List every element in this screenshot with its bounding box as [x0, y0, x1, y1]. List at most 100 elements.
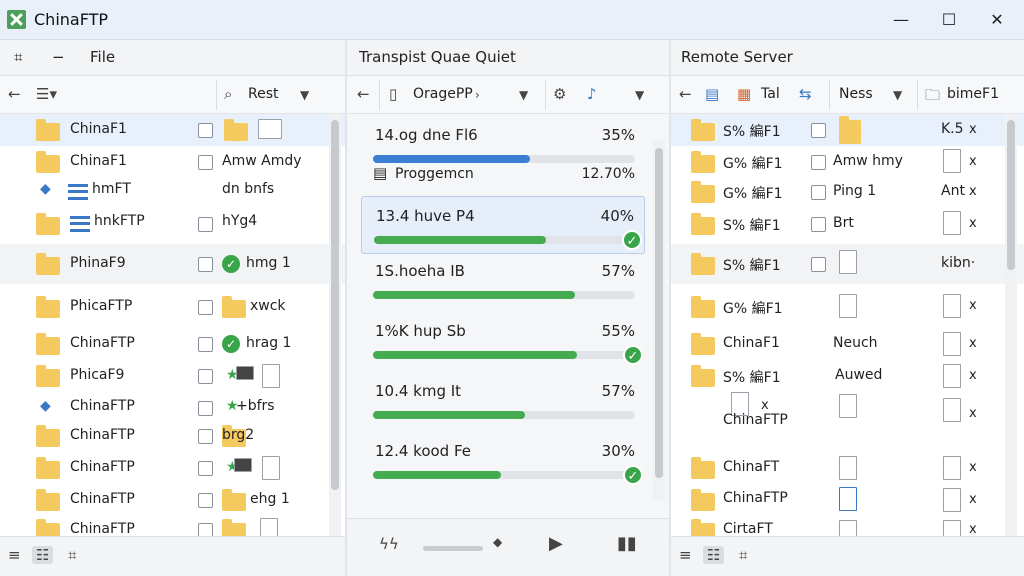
- grid-icon[interactable]: ⌗: [68, 546, 76, 564]
- search-icon[interactable]: ⌕: [224, 85, 232, 103]
- queue-subitem[interactable]: ▤ Proggemcn 12.70%: [361, 160, 645, 188]
- chevron-down-icon[interactable]: ▼: [519, 88, 528, 102]
- tab-file[interactable]: File: [90, 48, 115, 66]
- table-row[interactable]: ChinaFT x: [671, 452, 1024, 484]
- table-row[interactable]: S% 編F1 Brt x: [671, 208, 1024, 240]
- row-checkbox[interactable]: [198, 337, 213, 352]
- server-icon[interactable]: ▯: [389, 85, 397, 103]
- table-row[interactable]: x ChinaFTP x: [671, 390, 1024, 430]
- document-icon[interactable]: ▤: [705, 85, 719, 103]
- queue-item-name: 1%K hup Sb: [375, 322, 466, 340]
- remove-icon[interactable]: x: [969, 460, 977, 475]
- table-row[interactable]: ChinaFTP ★: [0, 452, 345, 484]
- transfer-icon[interactable]: ⇆: [799, 85, 812, 103]
- settings-icon[interactable]: ⚙: [553, 85, 566, 103]
- chevron-right-icon[interactable]: ›: [475, 88, 480, 102]
- table-row[interactable]: ChinaFTP x: [671, 484, 1024, 516]
- row-checkbox[interactable]: [198, 493, 213, 508]
- queue-item[interactable]: 10.4 kmg It 57%: [361, 372, 645, 430]
- remove-icon[interactable]: x: [969, 184, 977, 199]
- table-row[interactable]: G% 編F1 Ping 1 Ant x: [671, 176, 1024, 208]
- row-checkbox[interactable]: [811, 185, 826, 200]
- row-checkbox[interactable]: [198, 401, 213, 416]
- queue-item[interactable]: 13.4 huve P4 40% ✓: [361, 196, 645, 254]
- remove-icon[interactable]: x: [969, 298, 977, 313]
- apps-icon[interactable]: ▦: [737, 85, 751, 103]
- row-checkbox[interactable]: [198, 300, 213, 315]
- chevron-down-icon[interactable]: ▼: [635, 88, 644, 102]
- remove-icon[interactable]: x: [761, 398, 769, 413]
- remove-icon[interactable]: x: [969, 522, 977, 537]
- remove-icon[interactable]: x: [969, 122, 977, 137]
- list-view-icon[interactable]: ☷: [32, 546, 54, 564]
- server-list-icon[interactable]: ☰▾: [36, 85, 57, 103]
- row-checkbox[interactable]: [811, 123, 826, 138]
- queue-item[interactable]: 12.4 kood Fe 30% ✓: [361, 432, 645, 490]
- queue-scrollbar[interactable]: [653, 140, 665, 500]
- menu-icon[interactable]: ≡: [8, 546, 21, 564]
- row-checkbox[interactable]: [811, 257, 826, 272]
- close-button[interactable]: ✕: [974, 4, 1020, 36]
- table-row[interactable]: PhicaFTP xwck: [0, 288, 345, 326]
- list-view-icon[interactable]: ☷: [703, 546, 725, 564]
- remove-icon[interactable]: x: [969, 336, 977, 351]
- remove-icon[interactable]: x: [969, 492, 977, 507]
- chevron-down-icon[interactable]: ▼: [300, 88, 309, 102]
- table-row[interactable]: ChinaFTP ehg 1: [0, 484, 345, 516]
- table-row[interactable]: S% 編F1 kibn·: [671, 244, 1024, 284]
- row-checkbox[interactable]: [198, 217, 213, 232]
- row-checkbox[interactable]: [811, 217, 826, 232]
- menu-icon[interactable]: ≡: [679, 546, 692, 564]
- diamond-icon[interactable]: ◆: [493, 535, 502, 549]
- table-row[interactable]: ◆ hmFT dn bnfs: [0, 176, 345, 208]
- chevron-down-icon[interactable]: ▼: [893, 88, 902, 102]
- table-row[interactable]: PhicaF9 ★: [0, 360, 345, 392]
- table-row[interactable]: G% 編F1 Amw hmy x: [671, 146, 1024, 178]
- row-checkbox[interactable]: [198, 429, 213, 444]
- music-icon[interactable]: ♪: [587, 85, 597, 103]
- maximize-button[interactable]: ☐: [926, 4, 972, 36]
- row-checkbox[interactable]: [198, 257, 213, 272]
- scroll-thumb[interactable]: [331, 120, 339, 490]
- queue-item[interactable]: 1%K hup Sb 55% ✓: [361, 312, 645, 370]
- folder-icon[interactable]: 🗀: [925, 85, 940, 110]
- remote-scrollbar[interactable]: [1005, 114, 1017, 536]
- left-scrollbar[interactable]: [329, 114, 341, 536]
- play-icon[interactable]: ▶: [549, 533, 563, 554]
- tab-transfer-queue[interactable]: Transpist Quae Quiet: [359, 48, 516, 66]
- back-arrow-icon[interactable]: ←: [357, 85, 370, 103]
- remove-icon[interactable]: x: [969, 154, 977, 169]
- row-checkbox[interactable]: [198, 155, 213, 170]
- minus-icon[interactable]: −: [52, 48, 65, 66]
- file-name: S% 編F1: [723, 218, 781, 234]
- minimize-button[interactable]: —: [878, 4, 924, 36]
- row-checkbox[interactable]: [198, 461, 213, 476]
- table-row[interactable]: hnkFTP hYg4: [0, 208, 345, 240]
- table-row[interactable]: PhinaF9 ✓ hmg 1: [0, 244, 345, 284]
- table-row[interactable]: ChinaF1 Neuch x: [671, 328, 1024, 360]
- table-row[interactable]: ChinaF1 Amw Amdy: [0, 146, 345, 178]
- table-row[interactable]: G% 編F1 x: [671, 288, 1024, 326]
- back-arrow-icon[interactable]: ←: [8, 85, 21, 103]
- scroll-thumb[interactable]: [655, 148, 663, 478]
- remove-icon[interactable]: x: [969, 216, 977, 231]
- row-checkbox[interactable]: [198, 123, 213, 138]
- lightning-icon[interactable]: ϟϟ: [379, 535, 399, 553]
- tab-remote-server[interactable]: Remote Server: [681, 48, 793, 66]
- table-row[interactable]: S% 編F1 K.5 x: [671, 114, 1024, 146]
- row-checkbox[interactable]: [811, 155, 826, 170]
- remove-icon[interactable]: x: [969, 368, 977, 383]
- queue-item[interactable]: 1S.hoeha IB 57%: [361, 252, 645, 310]
- pause-icon[interactable]: ▮▮: [617, 533, 637, 554]
- grid-icon[interactable]: ⌗: [14, 48, 22, 66]
- back-arrow-icon[interactable]: ←: [679, 85, 692, 103]
- table-row[interactable]: ChinaFTP ✓ hrag 1: [0, 328, 345, 360]
- table-row[interactable]: S% 編F1 Auwed x: [671, 360, 1024, 392]
- grid-icon[interactable]: ⌗: [739, 546, 747, 564]
- remove-icon[interactable]: x: [969, 406, 977, 421]
- speed-slider[interactable]: [423, 546, 483, 551]
- table-row[interactable]: ChinaFTP brg2: [0, 420, 345, 452]
- row-checkbox[interactable]: [198, 369, 213, 384]
- scroll-thumb[interactable]: [1007, 120, 1015, 270]
- table-row[interactable]: ChinaF1: [0, 114, 345, 146]
